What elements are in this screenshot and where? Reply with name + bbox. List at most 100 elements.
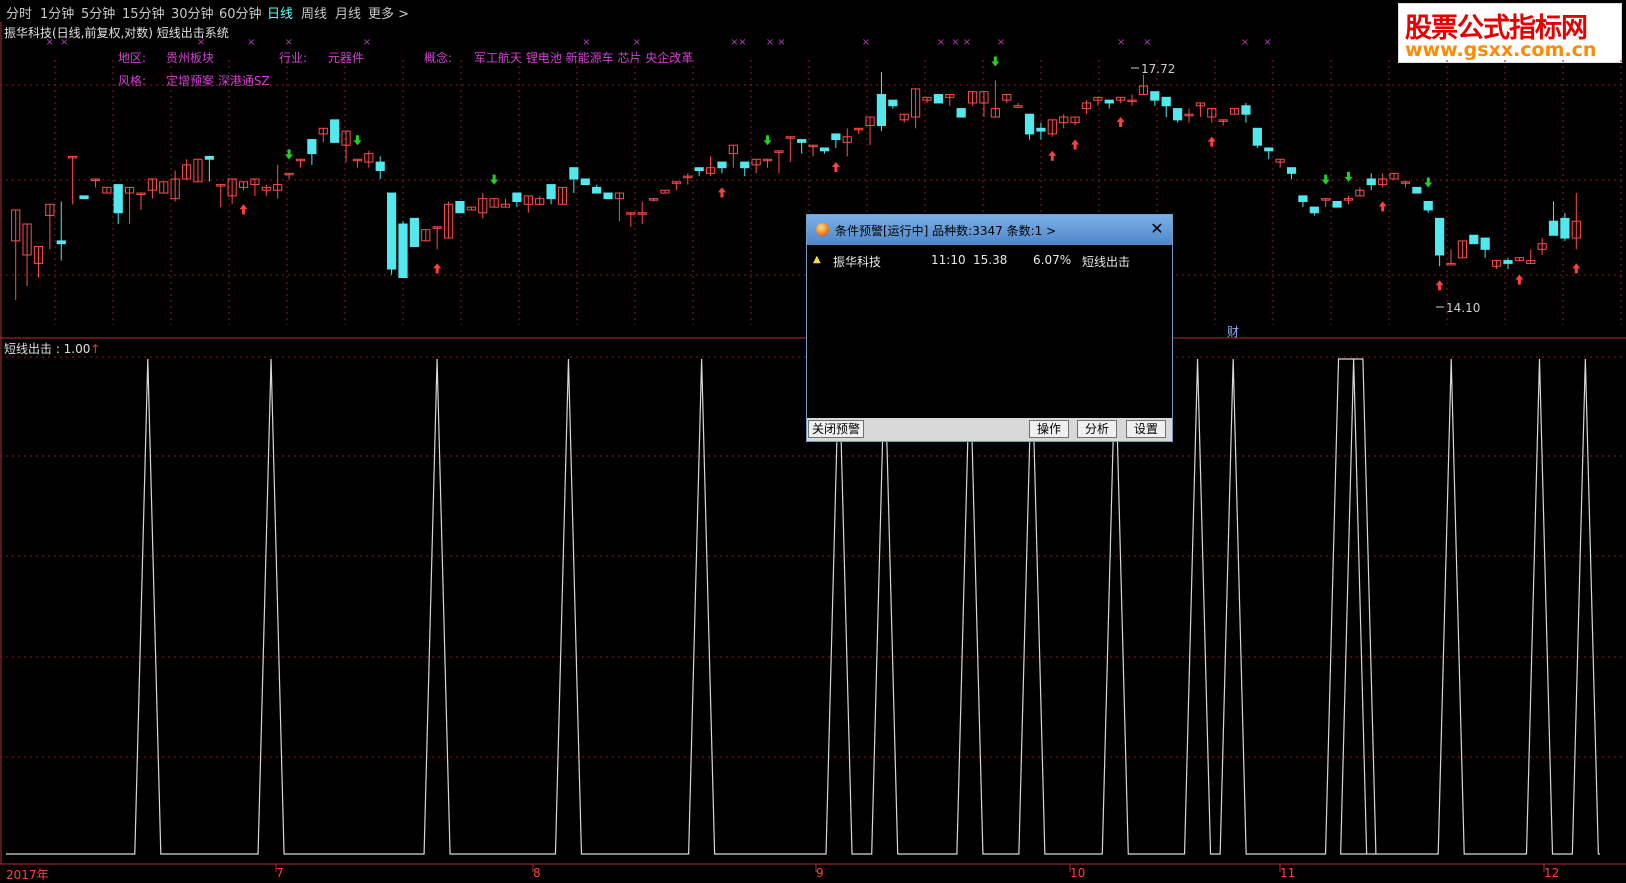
candle-body [398,223,408,278]
x-axis-label: 2017年 [6,868,49,882]
close-icon[interactable]: ✕ [1148,220,1166,238]
info-mark-icon: × [285,37,293,48]
price-high-label: 17.72 [1141,62,1176,76]
candle-body [387,192,397,270]
candle-body [1309,206,1319,214]
candle-body [956,108,966,118]
x-axis-label: 7 [276,866,284,880]
alert-list-item[interactable]: ▲ 振华科技 11:10 15.38 6.07% 短线出击 [813,253,1163,269]
alert-condition: 短线出击 [1082,255,1131,269]
sell-arrow-icon [1321,174,1330,185]
candle-body [694,167,704,172]
info-mark-icon: × [363,37,371,48]
candle-body [1013,105,1023,108]
info-mark-icon: × [1241,37,1249,48]
buy-arrow-icon [1116,116,1125,127]
info-mark-icon: × [582,37,590,48]
candle-body [580,178,590,186]
info-mark-icon: × [963,37,971,48]
settings-button[interactable]: 设置 [1126,420,1166,438]
candle-body [819,147,830,152]
alert-time: 11:10 [931,253,966,267]
candle-body [740,161,750,169]
up-arrow-icon: ↑ [90,342,101,356]
info-mark-icon: × [1143,37,1151,48]
buy-arrow-icon [1435,280,1444,291]
indicator-signal-line [6,358,1600,855]
buy-arrow-icon [717,187,726,198]
info-mark-icon: × [730,37,738,48]
candle-body [79,195,89,200]
operate-button[interactable]: 操作 [1029,420,1069,438]
candle-body [569,167,579,180]
alert-titlebar[interactable]: 条件预警[运行中] 品种数:3347 条数:1 > ✕ [807,215,1172,245]
financial-report-marker[interactable]: 财 [1227,323,1239,340]
sell-arrow-icon [763,135,772,146]
alert-title: 条件预警[运行中] 品种数:3347 条数:1 > [835,224,1057,238]
info-mark-icon: × [766,37,774,48]
indicator-label-text: 短线出击 : 1.00 [4,342,91,356]
info-mark-icon: × [197,37,205,48]
candle-body [933,94,943,104]
candle-body [717,161,727,169]
candle-body [512,192,522,202]
info-mark-icon: × [862,37,870,48]
info-mark-icon: × [46,37,54,48]
sell-arrow-icon [490,174,499,185]
candle-body [1298,195,1308,202]
candle-body [1560,217,1570,239]
candle-body [1469,234,1479,245]
candle-body [1503,260,1513,264]
candle-body [1286,167,1297,174]
candle-body [1024,113,1035,135]
close-alert-button[interactable]: 关闭预警 [808,420,864,438]
sell-arrow-icon [1424,177,1433,188]
candle-body [1366,178,1376,186]
candle-body [56,240,66,245]
info-mark-icon: × [1263,37,1271,48]
candle-body [1548,220,1559,236]
buy-arrow-icon [1071,139,1080,150]
condition-alert-window[interactable]: 条件预警[运行中] 品种数:3347 条数:1 > ✕ ▲ 振华科技 11:10… [806,214,1173,442]
candle-body [1036,127,1046,132]
analyze-button[interactable]: 分析 [1077,420,1117,438]
buy-arrow-icon [1048,150,1057,161]
info-mark-icon: × [951,37,959,48]
candle-body [831,133,841,141]
candle-body [1412,186,1422,194]
alert-stock-name: 振华科技 [833,255,882,269]
buy-arrow-icon [831,162,840,172]
candle-body [409,217,419,248]
candle-body [1173,108,1183,121]
candle-body [603,192,613,200]
x-axis-label: 9 [816,866,824,880]
price-low-label: 14.10 [1446,301,1481,315]
x-axis-label: 12 [1544,866,1560,880]
candle-body [204,155,214,160]
indicator-label: 短线出击 : 1.00↑ [4,340,100,357]
candle-body [1264,147,1274,152]
up-triangle-icon: ▲ [813,254,821,265]
candle-body [888,99,898,107]
info-mark-icon: × [937,37,945,48]
alert-change: 6.07% [1033,253,1072,267]
candle-body [1104,99,1114,104]
alert-footer: 关闭预警 操作 分析 设置 [807,418,1172,441]
x-axis-label: 11 [1280,866,1296,880]
buy-arrow-icon [239,204,248,215]
candle-body [330,119,340,143]
sell-arrow-icon [285,149,294,160]
candle-body [307,139,317,155]
candle-body [1241,105,1251,115]
candle-body [375,161,385,172]
x-axis-label: 8 [533,866,541,880]
info-mark-icon: × [997,37,1005,48]
info-mark-icon: × [738,37,746,48]
candle-body [1446,262,1456,266]
info-mark-icon: × [777,37,785,48]
candle-body [592,186,602,194]
candle-body [797,139,807,143]
buy-arrow-icon [1572,263,1581,274]
candle-body [1423,200,1433,211]
candle-body [1435,217,1445,256]
